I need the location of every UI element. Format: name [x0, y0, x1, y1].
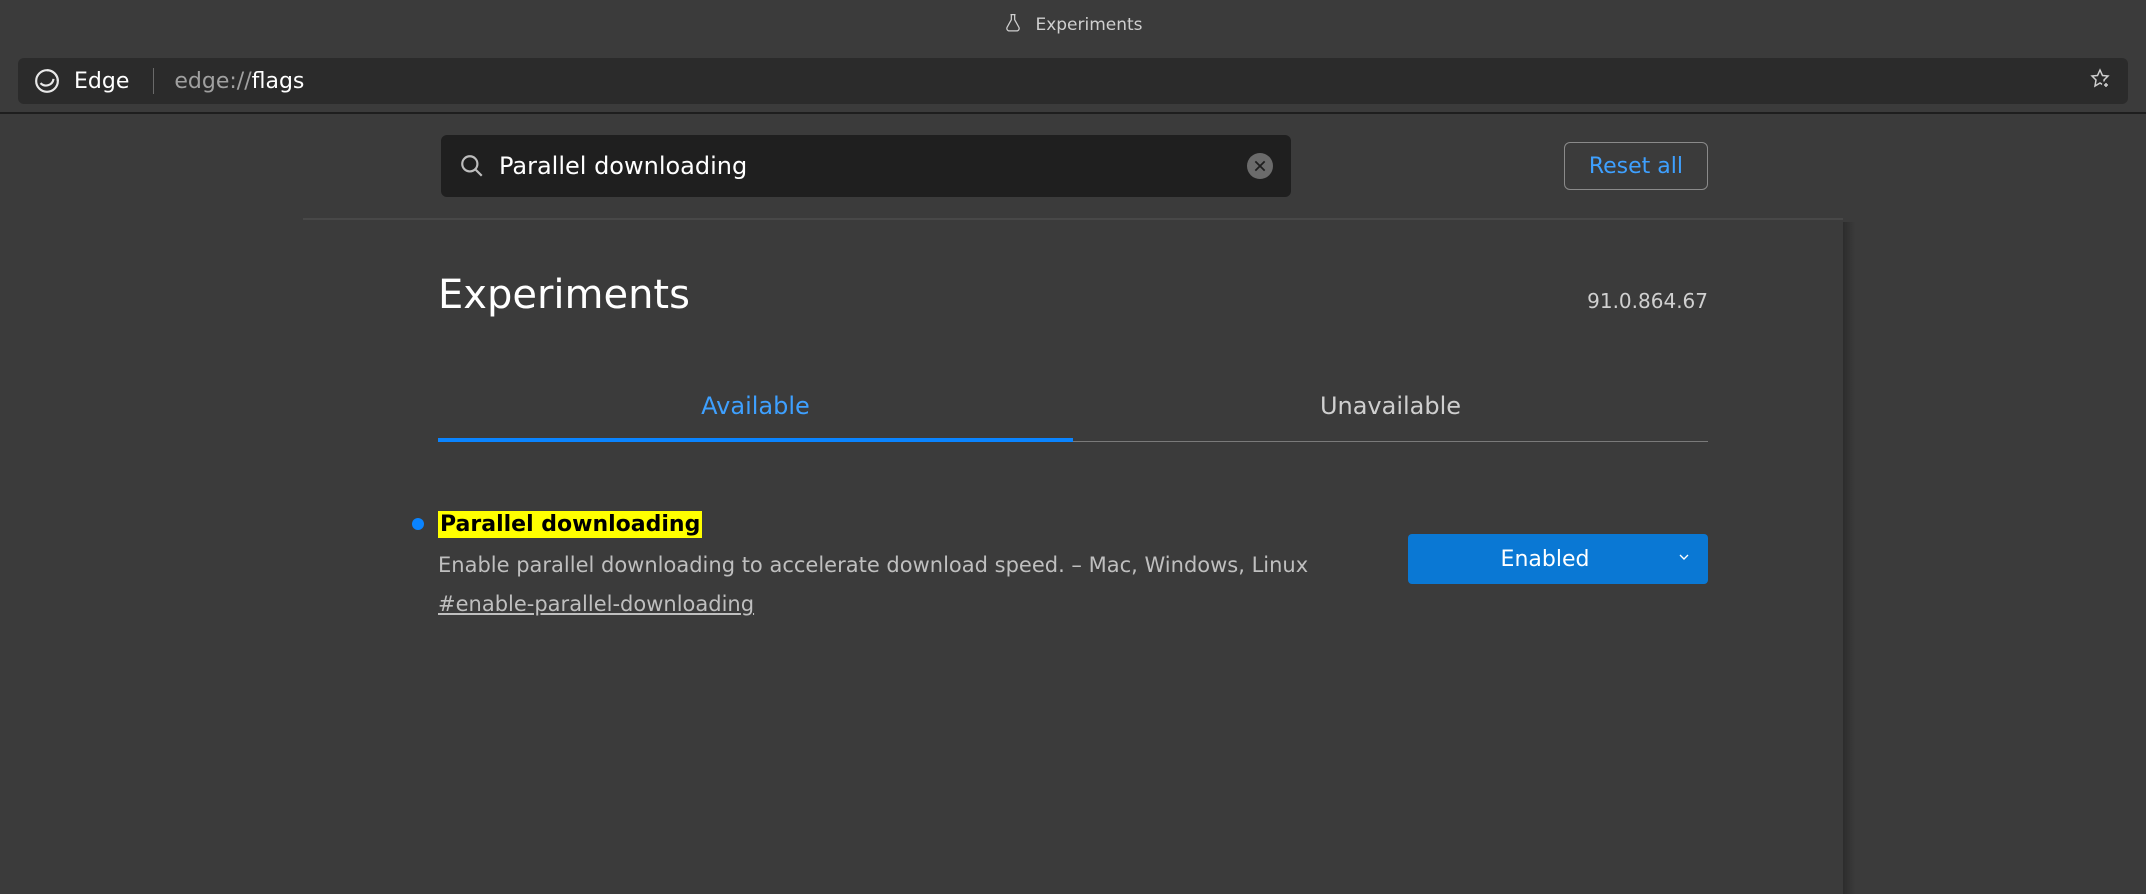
tab-available[interactable]: Available [438, 374, 1073, 442]
tab-strip: Experiments [0, 0, 2146, 50]
search-row: Reset all [303, 114, 1843, 220]
url-scheme: edge:// [174, 69, 251, 94]
content-area: Reset all Experiments 91.0.864.67 Availa… [0, 114, 2146, 894]
close-icon [1253, 159, 1267, 173]
search-icon [459, 153, 485, 179]
main-panel: Experiments 91.0.864.67 Available Unavai… [438, 220, 1708, 616]
flag-item: Parallel downloading Enable parallel dow… [438, 442, 1708, 616]
browser-version: 91.0.864.67 [1587, 289, 1708, 313]
title-row: Experiments 91.0.864.67 [438, 272, 1708, 318]
tab-title: Experiments [1035, 15, 1142, 35]
flag-description: Enable parallel downloading to accelerat… [438, 551, 1368, 580]
url-path: flags [252, 69, 305, 94]
flag-state-select[interactable]: Default Enabled Disabled [1408, 534, 1708, 584]
favorite-add-icon[interactable] [2088, 67, 2112, 95]
site-identity-label: Edge [74, 69, 129, 94]
browser-tab[interactable]: Experiments [1003, 13, 1142, 38]
flask-icon [1003, 13, 1023, 38]
page-title: Experiments [438, 272, 690, 318]
flag-select-wrap: Default Enabled Disabled [1408, 512, 1708, 616]
search-box [441, 135, 1291, 197]
flag-title: Parallel downloading [438, 511, 702, 538]
panel-shadow [1843, 222, 1855, 894]
tab-unavailable[interactable]: Unavailable [1073, 374, 1708, 442]
flag-text: Parallel downloading Enable parallel dow… [438, 512, 1368, 616]
flags-page: Reset all Experiments 91.0.864.67 Availa… [303, 114, 1843, 894]
reset-all-button[interactable]: Reset all [1564, 142, 1708, 190]
address-bar-row: Edge edge://flags [0, 50, 2146, 112]
flag-anchor-link[interactable]: #enable-parallel-downloading [438, 592, 754, 616]
modified-indicator-icon [412, 518, 424, 530]
search-input[interactable] [499, 152, 1233, 180]
address-divider [153, 68, 154, 94]
tab-bar: Available Unavailable [438, 374, 1708, 442]
address-url: edge://flags [174, 69, 304, 94]
address-bar[interactable]: Edge edge://flags [18, 58, 2128, 104]
clear-search-button[interactable] [1247, 153, 1273, 179]
edge-logo-icon [34, 68, 60, 94]
